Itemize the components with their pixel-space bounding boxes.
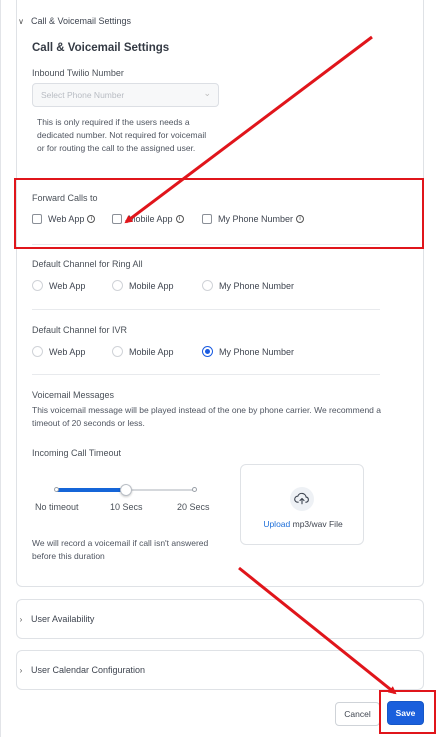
user-availability-accordion-header[interactable]: › User Availability: [17, 614, 95, 624]
ivr-my-phone-label: My Phone Number: [219, 346, 295, 357]
section-title: Call & Voicemail Settings: [32, 42, 170, 54]
chevron-right-icon: ›: [19, 665, 23, 675]
upload-dropzone[interactable]: Upload mp3/wav File: [240, 464, 364, 545]
upload-link[interactable]: Upload: [263, 519, 290, 529]
timeout-slider-thumb[interactable]: [120, 484, 132, 496]
call-voicemail-header-label: Call & Voicemail Settings: [31, 16, 132, 26]
user-calendar-label: User Calendar Configuration: [31, 665, 146, 675]
upload-file-type: mp3/wav File: [290, 519, 343, 529]
phone-number-placeholder: Select Phone Number: [41, 90, 125, 100]
radio-circle[interactable]: [112, 346, 123, 357]
radio-circle-selected[interactable]: [202, 346, 213, 357]
chevron-down-icon: ∨: [18, 16, 24, 26]
radio-circle[interactable]: [112, 280, 123, 291]
phone-number-select[interactable]: Select Phone Number ⌄: [32, 83, 219, 107]
slider-stop-no-timeout: No timeout: [35, 502, 79, 512]
ring-all-mobile-app-radio[interactable]: Mobile App: [112, 280, 174, 291]
ivr-mobile-app-label: Mobile App: [129, 346, 174, 357]
ivr-my-phone-radio[interactable]: My Phone Number: [202, 346, 294, 357]
radio-circle[interactable]: [32, 346, 43, 357]
ivr-web-app-radio[interactable]: Web App: [32, 346, 85, 357]
radio-circle[interactable]: [202, 280, 213, 291]
voicemail-label: Voicemail Messages: [32, 390, 115, 400]
ring-all-my-phone-radio[interactable]: My Phone Number: [202, 280, 294, 291]
slider-stop-20-secs: 20 Secs: [177, 502, 210, 512]
ivr-label: Default Channel for IVR: [32, 325, 128, 335]
slider-tick[interactable]: [192, 487, 197, 492]
upload-caption: Upload mp3/wav File: [241, 519, 365, 529]
user-calendar-accordion-header[interactable]: › User Calendar Configuration: [17, 665, 145, 675]
annotation-box-save: [379, 690, 436, 734]
slider-stop-10-secs: 10 Secs: [110, 502, 143, 512]
inbound-helper-text: This is only required if the users needs…: [37, 117, 207, 153]
chevron-down-icon: ⌄: [203, 88, 211, 98]
ring-all-mobile-app-label: Mobile App: [129, 280, 174, 291]
annotation-box-forward-calls: [14, 178, 424, 249]
cancel-button[interactable]: Cancel: [335, 702, 380, 726]
ivr-mobile-app-radio[interactable]: Mobile App: [112, 346, 174, 357]
slider-tick[interactable]: [54, 487, 59, 492]
chevron-right-icon: ›: [19, 614, 23, 624]
call-voicemail-accordion-header[interactable]: ∨ Call & Voicemail Settings: [17, 16, 131, 26]
inbound-number-label: Inbound Twilio Number: [32, 68, 124, 78]
divider: [32, 374, 380, 375]
radio-circle[interactable]: [32, 280, 43, 291]
divider: [32, 309, 380, 310]
timeout-note: We will record a voicemail if call isn't…: [32, 538, 209, 561]
user-availability-label: User Availability: [31, 614, 95, 624]
ring-all-web-app-radio[interactable]: Web App: [32, 280, 85, 291]
voicemail-description: This voicemail message will be played in…: [32, 405, 381, 428]
window: ∨ Call & Voicemail Settings Call & Voice…: [0, 0, 439, 737]
ring-all-my-phone-label: My Phone Number: [219, 280, 295, 291]
ivr-web-app-label: Web App: [49, 346, 86, 357]
timeout-slider-fill: [56, 488, 126, 492]
incoming-timeout-label: Incoming Call Timeout: [32, 448, 122, 458]
ring-all-label: Default Channel for Ring All: [32, 259, 143, 269]
upload-cloud-icon: [290, 487, 314, 511]
ring-all-web-app-label: Web App: [49, 280, 86, 291]
